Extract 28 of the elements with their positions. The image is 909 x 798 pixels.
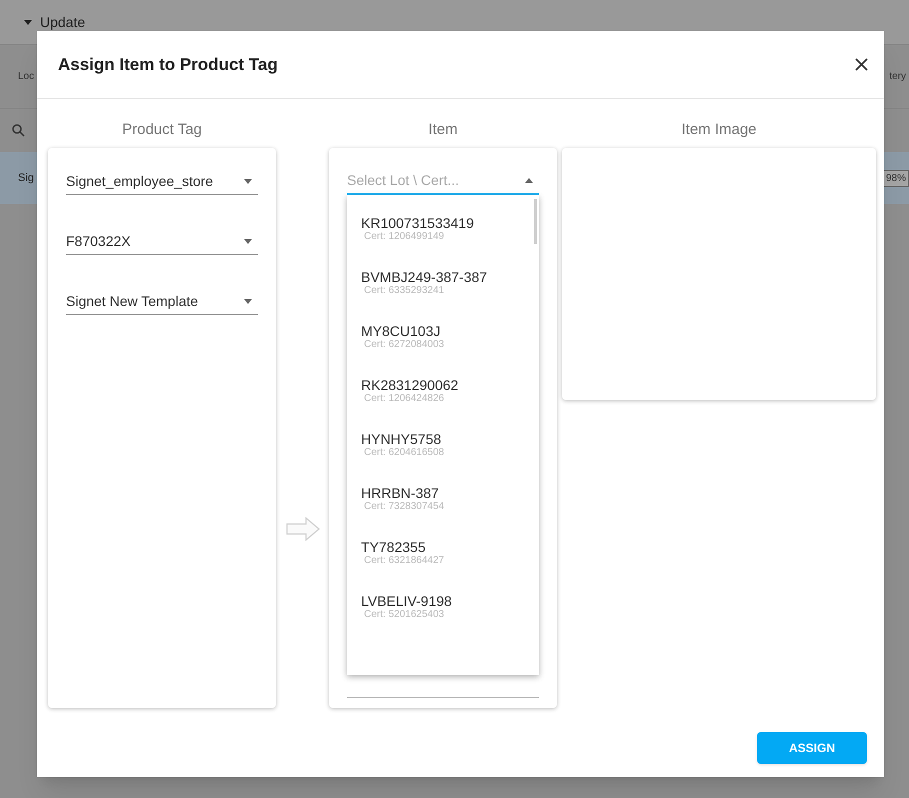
column-heading: Item <box>428 120 458 139</box>
column-header: tery <box>889 70 907 84</box>
caret-icon <box>244 298 252 304</box>
dropdown-option[interactable]: BVMBJ249-387-387 Cert: 6335293241 <box>361 269 539 297</box>
dropdown-field[interactable]: Signet New Template <box>66 288 258 315</box>
column-heading: Product Tag <box>122 120 202 139</box>
caret-icon <box>244 178 252 184</box>
caret-icon <box>525 178 533 183</box>
dropdown-option[interactable]: TY782355 Cert: 6321864427 <box>361 539 539 567</box>
section-title[interactable]: Update <box>40 12 86 32</box>
caret-icon <box>244 238 252 244</box>
search-icon <box>12 124 25 137</box>
dropdown-option[interactable]: HRRBN-387 Cert: 7328307454 <box>361 485 539 513</box>
dropdown-option[interactable]: RK2831290062 Cert: 1206424826 <box>361 377 539 405</box>
table-cell-text: Sig <box>18 170 34 186</box>
dropdown-option[interactable]: KR100731533419 Cert: 1206499149 <box>361 215 539 243</box>
dropdown-option[interactable]: MY8CU103J Cert: 6272084003 <box>361 323 539 351</box>
close-icon[interactable] <box>855 58 868 71</box>
arrow-icon <box>286 516 320 540</box>
dialog-title: Assign Item to Product Tag <box>58 54 278 76</box>
percent-badge: 98% <box>882 170 909 186</box>
scrollbar-thumb[interactable] <box>534 199 537 244</box>
dropdown-field[interactable]: Signet_employee_store <box>66 168 258 195</box>
column-heading: Item Image <box>681 120 757 139</box>
dropdown-option[interactable]: LVBELIV-9198 Cert: 5201625403 <box>361 593 539 621</box>
dropdown-field[interactable]: F870322X <box>66 228 258 255</box>
column-header: Loc <box>18 70 34 84</box>
dropdown-option[interactable]: HYNHY5758 Cert: 6204616508 <box>361 431 539 459</box>
